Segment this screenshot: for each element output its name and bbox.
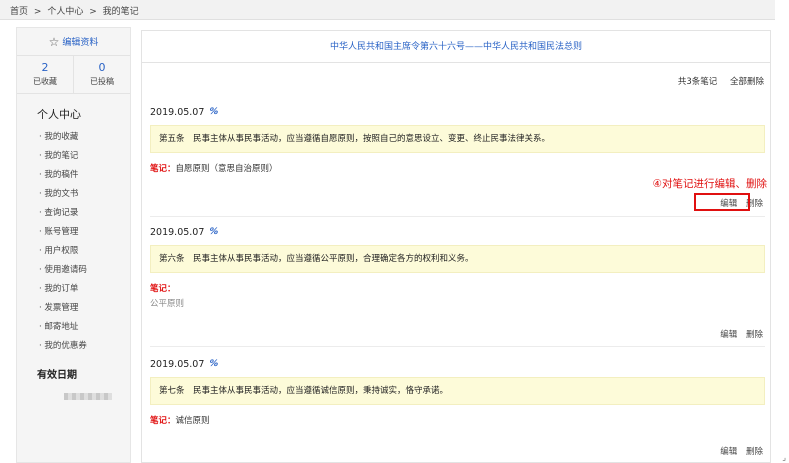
note-item: 2019.05.07 % 第五条 民事主体从事民事活动，应当遵循自愿原则，按照自… (150, 105, 765, 217)
sidebar-item-notes[interactable]: · 我的笔记 (17, 147, 130, 166)
star-icon: ☆ (48, 34, 60, 49)
note-text: 公平原则 (150, 299, 185, 309)
breadcrumb-separator: > (33, 7, 42, 17)
sidebar-item-permissions[interactable]: · 用户权限 (17, 242, 130, 261)
note-date-row: 2019.05.07 % (150, 225, 765, 239)
link-icon[interactable]: % (208, 227, 220, 237)
sidebar-item-account[interactable]: · 账号管理 (17, 223, 130, 242)
note-content: 笔记： 公平原则 (150, 282, 765, 309)
sidebar-item-favorites[interactable]: · 我的收藏 (17, 128, 130, 147)
stat-favorites[interactable]: 2 已收藏 (17, 56, 73, 93)
notes-summary: 共3条笔记 全部删除 (668, 75, 764, 87)
breadcrumb-home[interactable]: 首页 (10, 7, 28, 17)
breadcrumb: 首页 > 个人中心 > 我的笔记 (0, 0, 775, 20)
note-content: 笔记：诚信原则 (150, 414, 765, 426)
note-item: 2019.05.07 % 第六条 民事主体从事民事活动，应当遵循公平原则，合理确… (150, 225, 765, 347)
stat-submissions-count: 0 (98, 61, 106, 74)
valid-date-title: 有效日期 (37, 370, 77, 381)
sidebar-item-mailing-address[interactable]: · 邮寄地址 (17, 318, 130, 337)
resize-grip-icon: ⌟ (782, 453, 786, 462)
sidebar-item-manuscripts[interactable]: · 我的稿件 (17, 166, 130, 185)
blurred-date-value (64, 393, 112, 400)
note-text: 诚信原则 (175, 416, 210, 426)
note-date: 2019.05.07 (150, 358, 205, 370)
delete-button[interactable]: 删除 (746, 447, 763, 457)
note-label: 笔记： (150, 416, 176, 426)
sidebar-item-orders[interactable]: · 我的订单 (17, 280, 130, 299)
note-label: 笔记： (150, 284, 176, 294)
sidebar-item-documents[interactable]: · 我的文书 (17, 185, 130, 204)
annotation-highlight-box (694, 193, 750, 211)
sidebar-item-query-history[interactable]: · 查询记录 (17, 204, 130, 223)
stats: 2 已收藏 0 已投稿 (17, 56, 130, 94)
note-content: 笔记：自愿原则（意思自治原则） (150, 162, 765, 174)
edit-profile-label: 编辑资料 (62, 38, 99, 48)
stat-favorites-label: 已收藏 (33, 77, 57, 86)
article-excerpt: 第七条 民事主体从事民事活动，应当遵循诚信原则，秉持诚实，恪守承诺。 (150, 377, 765, 405)
link-icon[interactable]: % (208, 359, 220, 369)
note-item: 2019.05.07 % 第七条 民事主体从事民事活动，应当遵循诚信原则，秉持诚… (150, 357, 765, 463)
delete-all-button[interactable]: 全部删除 (730, 77, 764, 87)
sidebar-item-invite-code[interactable]: · 使用邀请码 (17, 261, 130, 280)
sidebar-item-invoices[interactable]: · 发票管理 (17, 299, 130, 318)
note-date-row: 2019.05.07 % (150, 105, 765, 119)
stat-submissions[interactable]: 0 已投稿 (73, 56, 130, 93)
edit-button[interactable]: 编辑 (720, 447, 737, 457)
note-date: 2019.05.07 (150, 106, 205, 118)
link-icon[interactable]: % (208, 107, 220, 117)
note-actions: 编辑 删除 (714, 328, 763, 340)
notes-count: 共3条笔记 (677, 77, 718, 87)
law-title[interactable]: 中华人民共和国主席令第六十六号——中华人民共和国民法总则 (142, 31, 770, 63)
personal-center-title: 个人中心 (37, 108, 81, 121)
stat-favorites-count: 2 (41, 61, 49, 74)
sidebar-item-coupons[interactable]: · 我的优惠券 (17, 337, 130, 356)
breadcrumb-current: 我的笔记 (102, 7, 139, 17)
annotation-label: ④对笔记进行编辑、删除 (652, 178, 767, 190)
article-excerpt: 第五条 民事主体从事民事活动，应当遵循自愿原则，按照自己的意思设立、变更、终止民… (150, 125, 765, 153)
note-actions: 编辑 删除 (714, 445, 763, 457)
note-date: 2019.05.07 (150, 226, 205, 238)
edit-button[interactable]: 编辑 (720, 330, 737, 340)
edit-profile-link[interactable]: ☆ 编辑资料 (17, 28, 130, 56)
delete-button[interactable]: 删除 (746, 330, 763, 340)
stat-submissions-label: 已投稿 (90, 77, 114, 86)
notes-panel: 中华人民共和国主席令第六十六号——中华人民共和国民法总则 共3条笔记 全部删除 … (141, 30, 771, 463)
note-date-row: 2019.05.07 % (150, 357, 765, 371)
note-text: 自愿原则（意思自治原则） (175, 164, 278, 174)
sidebar: ☆ 编辑资料 2 已收藏 0 已投稿 个人中心 · 我的收藏 · 我的笔记 · … (16, 27, 131, 463)
breadcrumb-personal-center[interactable]: 个人中心 (47, 7, 83, 17)
breadcrumb-separator: > (89, 7, 97, 17)
note-label: 笔记： (150, 164, 176, 174)
article-excerpt: 第六条 民事主体从事民事活动，应当遵循公平原则，合理确定各方的权利和义务。 (150, 245, 765, 273)
